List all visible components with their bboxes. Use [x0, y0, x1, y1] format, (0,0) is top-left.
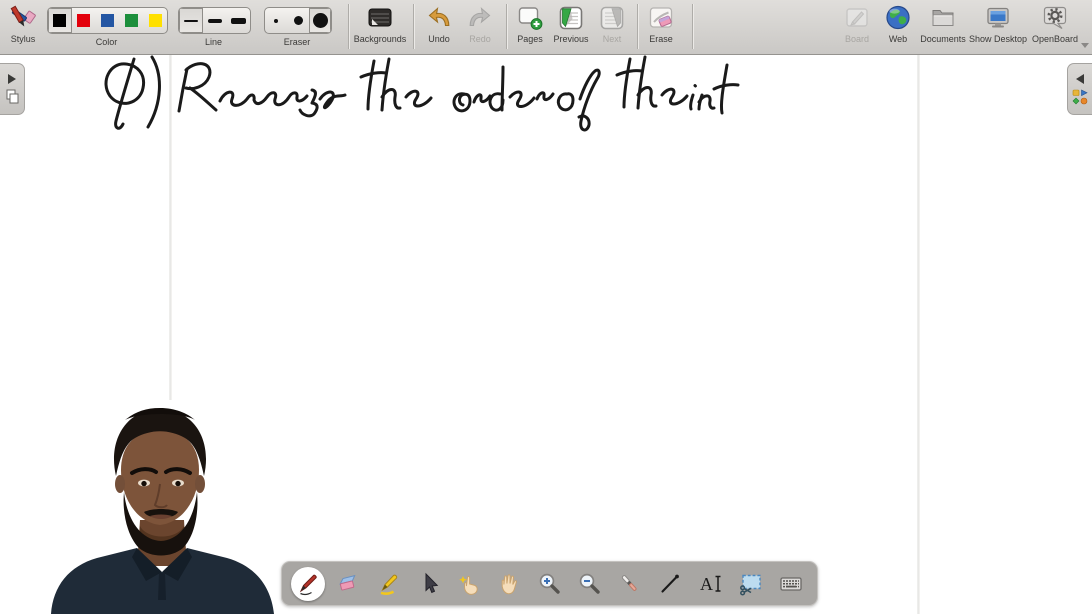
- stylus-icon: [2, 3, 44, 32]
- selector-tool[interactable]: [412, 567, 446, 601]
- undo-icon: [420, 3, 458, 32]
- web-label: Web: [888, 34, 908, 44]
- backgrounds-button[interactable]: Backgrounds: [352, 3, 408, 44]
- line-medium-option[interactable]: [203, 8, 227, 33]
- stylus-button[interactable]: Stylus: [2, 3, 44, 44]
- undo-label: Undo: [428, 34, 450, 44]
- web-button[interactable]: Web: [881, 3, 915, 44]
- show-desktop-icon: [969, 3, 1027, 32]
- web-globe-icon: [881, 3, 915, 32]
- library-icon: [1072, 89, 1088, 104]
- previous-page-icon: [548, 3, 594, 32]
- presenter-webcam-video: [45, 400, 280, 614]
- pages-button[interactable]: Pages: [511, 3, 549, 44]
- marker-tool[interactable]: [372, 567, 406, 601]
- previous-page-label: Previous: [553, 34, 589, 44]
- next-page-label: Next: [602, 34, 622, 44]
- expand-right-icon: [8, 74, 16, 84]
- zoom-in-tool[interactable]: [533, 567, 567, 601]
- erase-label: Erase: [649, 34, 673, 44]
- redo-label: Redo: [469, 34, 491, 44]
- eraser-label: Eraser: [283, 37, 311, 47]
- text-tool[interactable]: A: [694, 567, 728, 601]
- stylus-palette: A: [281, 561, 818, 606]
- previous-page-button[interactable]: Previous: [548, 3, 594, 44]
- board-mode-button: Board: [835, 3, 879, 44]
- eraser-large-option[interactable]: [309, 8, 331, 33]
- line-thin-option[interactable]: [179, 8, 203, 33]
- color-label: Color: [95, 37, 118, 47]
- color-swatch-black[interactable]: [48, 8, 72, 33]
- line-thick-option[interactable]: [226, 8, 250, 33]
- openboard-settings-label: OpenBoard: [1031, 34, 1079, 44]
- backgrounds-icon: [352, 3, 408, 32]
- eraser-small-option[interactable]: [265, 8, 287, 33]
- capture-tool[interactable]: [734, 567, 768, 601]
- eraser-size-group: [264, 7, 332, 34]
- color-swatch-red[interactable]: [72, 8, 96, 33]
- erase-icon: [642, 3, 680, 32]
- presenter-portrait: [45, 400, 280, 614]
- eraser-medium-option[interactable]: [287, 8, 309, 33]
- page-edge-right: [917, 55, 920, 614]
- undo-button[interactable]: Undo: [420, 3, 458, 44]
- color-swatch-blue[interactable]: [96, 8, 120, 33]
- zoom-out-tool[interactable]: [573, 567, 607, 601]
- redo-button: Redo: [461, 3, 499, 44]
- pen-tool[interactable]: [291, 566, 325, 601]
- erase-button[interactable]: Erase: [642, 3, 680, 44]
- hand-tool[interactable]: [492, 567, 526, 601]
- line-label: Line: [204, 37, 222, 47]
- keyboard-tool[interactable]: [774, 567, 808, 601]
- next-page-icon: [596, 3, 628, 32]
- openboard-window: Stylus Color Line Eraser Backgrounds Und…: [0, 0, 1092, 614]
- svg-text:A: A: [700, 574, 713, 594]
- library-tab[interactable]: [1067, 63, 1092, 115]
- show-desktop-label: Show Desktop: [969, 34, 1028, 44]
- toolbar-separator: [506, 4, 508, 49]
- documents-folder-icon: [916, 3, 970, 32]
- interact-tool[interactable]: [452, 567, 486, 601]
- stylus-label: Stylus: [10, 34, 36, 44]
- pages-stack-icon: [6, 89, 18, 104]
- expand-left-icon: [1076, 73, 1084, 84]
- gear-icon: [1026, 3, 1084, 32]
- pages-icon: [511, 3, 549, 32]
- laser-pointer-tool[interactable]: [613, 567, 647, 601]
- redo-icon: [461, 3, 499, 32]
- document-navigator-tab[interactable]: [0, 63, 25, 115]
- board-mode-icon: [835, 3, 879, 32]
- color-swatch-yellow[interactable]: [143, 8, 167, 33]
- show-desktop-button[interactable]: Show Desktop: [969, 3, 1027, 44]
- backgrounds-label: Backgrounds: [353, 34, 407, 44]
- handwriting-strokes: [104, 55, 740, 132]
- openboard-settings-button[interactable]: OpenBoard: [1026, 3, 1084, 44]
- toolbar-overflow-icon[interactable]: [1081, 43, 1089, 48]
- toolbar-separator: [692, 4, 694, 49]
- board-mode-label: Board: [844, 34, 870, 44]
- color-swatch-green[interactable]: [119, 8, 143, 33]
- next-page-button: Next: [596, 3, 628, 44]
- toolbar-separator: [637, 4, 639, 49]
- whiteboard-canvas[interactable]: [0, 55, 1092, 614]
- line-tool[interactable]: [653, 567, 687, 601]
- toolbar-separator: [413, 4, 415, 49]
- line-width-group: [178, 7, 251, 34]
- pages-label: Pages: [517, 34, 543, 44]
- eraser-tool[interactable]: [331, 567, 365, 601]
- color-group: [47, 7, 168, 34]
- documents-label: Documents: [920, 34, 966, 44]
- documents-button[interactable]: Documents: [916, 3, 970, 44]
- toolbar-separator: [348, 4, 350, 49]
